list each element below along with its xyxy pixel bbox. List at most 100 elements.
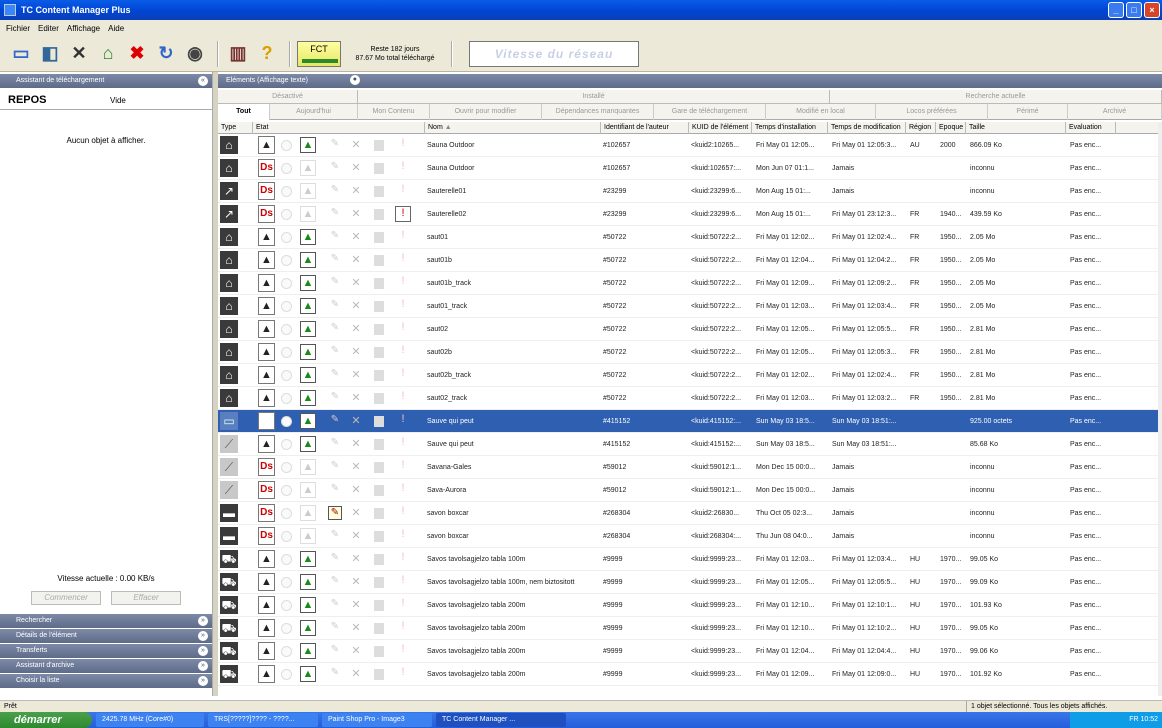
tab-locally-modified[interactable]: Modifié en local bbox=[766, 104, 876, 120]
table-row[interactable]: ⛟ ▲ ▲ ✎ ✕! Savos tavolsagjelzo tabla 200m #999… bbox=[218, 663, 1158, 686]
table-row[interactable]: ▬ Ds ▲ ✎ ✕! savon boxcar #268304 <kuid2:26830..… bbox=[218, 502, 1158, 525]
expand-icon[interactable]: » bbox=[198, 616, 208, 626]
col-type[interactable]: Type bbox=[218, 122, 253, 134]
expand-icon[interactable]: » bbox=[198, 631, 208, 641]
warning-icon: ! bbox=[401, 620, 405, 632]
collapse-icon[interactable]: « bbox=[198, 76, 208, 86]
table-row[interactable]: ⌂ ▲ ▲ ✎ ✕! saut01 #50722 <kuid:50722:2... Fri Ma… bbox=[218, 226, 1158, 249]
table-row[interactable]: ⌂ ▲ ▲ ✎ ✕! saut01b #50722 <kuid:50722:2... Fri M… bbox=[218, 249, 1158, 272]
warning-icon: ! bbox=[401, 528, 405, 540]
task-cpu-monitor[interactable]: 2425.78 MHz (Core#0) bbox=[96, 713, 204, 727]
tab-my-content[interactable]: Mon Contenu bbox=[358, 104, 430, 120]
start-button-taskbar[interactable]: démarrer bbox=[0, 712, 92, 728]
col-install-time[interactable]: Temps d'installation bbox=[752, 122, 828, 134]
status-dot-icon bbox=[281, 393, 292, 404]
station-icon[interactable]: ▥ bbox=[225, 41, 251, 67]
table-row[interactable]: ⛟ ▲ ▲ ✎ ✕! Savos tavolsagjelzo tabla 200m #999… bbox=[218, 640, 1158, 663]
delete-icon[interactable]: ✖ bbox=[124, 41, 150, 67]
col-kuid[interactable]: KUID de l'élément bbox=[689, 122, 752, 134]
item-kuid: <kuid:415152:... bbox=[691, 418, 742, 425]
tools-icon[interactable]: ✕ bbox=[66, 41, 92, 67]
table-row[interactable]: ▬ Ds ▲ ✎ ✕! savon boxcar #268304 <kuid:268304:.… bbox=[218, 525, 1158, 548]
col-epoch[interactable]: Epoque bbox=[936, 122, 966, 134]
menu-help[interactable]: Aide bbox=[108, 24, 124, 33]
installed-triangle-icon: ▲ bbox=[300, 390, 316, 406]
table-row[interactable]: ⌂ ▲ ▲ ✎ ✕! saut01_track #50722 <kuid:50722:2...… bbox=[218, 295, 1158, 318]
items-panel-header: Eléments (Affichage texte) ● bbox=[218, 74, 1162, 88]
tab-obsolete[interactable]: Périmé bbox=[988, 104, 1068, 120]
help-icon[interactable]: ? bbox=[254, 41, 280, 67]
col-state[interactable]: Etat bbox=[253, 122, 425, 134]
table-row[interactable]: ▭ ▲ ▲ ✎ ✕! Sauve qui peut #415152 <kuid:415152:… bbox=[218, 410, 1158, 433]
col-author[interactable]: Identifiant de l'auteur bbox=[601, 122, 689, 134]
table-row[interactable]: ⌂ ▲ ▲ ✎ ✕! saut02b_track #50722 <kuid:50722:2..… bbox=[218, 364, 1158, 387]
table-row[interactable]: ⌂ ▲ ▲ ✎ ✕! saut02b #50722 <kuid:50722:2... Fri M… bbox=[218, 341, 1158, 364]
table-row[interactable]: ⌂ ▲ ▲ ✎ ✕! saut01b_track #50722 <kuid:50722:2..… bbox=[218, 272, 1158, 295]
table-row[interactable]: ↗ Ds ▲ ✎ ✕! Sauterelle01 #23299 <kuid:23299:6..… bbox=[218, 180, 1158, 203]
table-row[interactable]: ⛟ ▲ ▲ ✎ ✕! Savos tavolsagjelzo tabla 100m #999… bbox=[218, 548, 1158, 571]
table-row[interactable]: ⟋ Ds ▲ ✎ ✕! Savana-Gales #59012 <kuid:59012:1..… bbox=[218, 456, 1158, 479]
accordion-search[interactable]: Rechercher » bbox=[0, 614, 212, 628]
accordion-choose-list[interactable]: Choisir la liste » bbox=[0, 674, 212, 688]
tab-favorite-locos[interactable]: Locos préférées bbox=[876, 104, 988, 120]
tab-download-station[interactable]: Gare de téléchargement bbox=[654, 104, 766, 120]
size: inconnu bbox=[970, 464, 995, 471]
close-button[interactable]: × bbox=[1144, 2, 1160, 18]
web-icon[interactable]: ◉ bbox=[182, 41, 208, 67]
col-name[interactable]: Nom ▲ bbox=[425, 122, 601, 134]
table-row[interactable]: ⟋ Ds ▲ ✎ ✕! Sava-Aurora #59012 <kuid:59012:1...… bbox=[218, 479, 1158, 502]
type-icon: ⌂ bbox=[220, 343, 238, 361]
task-trs[interactable]: TRS[?????]???? - ????... bbox=[208, 713, 318, 727]
status-dot-icon bbox=[281, 439, 292, 450]
menu-view[interactable]: Affichage bbox=[67, 24, 100, 33]
table-row[interactable]: ⌂ ▲ ▲ ✎ ✕! saut02_track #50722 <kuid:50722:2...… bbox=[218, 387, 1158, 410]
accordion-transfers[interactable]: Transferts » bbox=[0, 644, 212, 658]
vertical-scrollbar[interactable] bbox=[1158, 122, 1162, 696]
refresh-icon[interactable]: ↻ bbox=[153, 41, 179, 67]
expand-icon[interactable]: » bbox=[198, 646, 208, 656]
task-content-manager[interactable]: TC Content Manager ... bbox=[436, 713, 566, 727]
col-size[interactable]: Taille bbox=[966, 122, 1066, 134]
tab-open-for-edit[interactable]: Ouvrir pour modifier bbox=[430, 104, 542, 120]
start-button[interactable]: Commencer bbox=[31, 591, 101, 605]
tab-all[interactable]: Tout bbox=[218, 104, 270, 120]
fct-button[interactable]: FCT bbox=[297, 40, 341, 67]
tools-icon: ✕ bbox=[351, 507, 361, 519]
clear-button[interactable]: Effacer bbox=[111, 591, 181, 605]
table-row[interactable]: ⌂ ▲ ▲ ✎ ✕! saut02 #50722 <kuid:50722:2... Fri Ma… bbox=[218, 318, 1158, 341]
download-assistant-header[interactable]: Assistant de téléchargement « bbox=[0, 74, 212, 88]
expand-icon[interactable]: » bbox=[198, 676, 208, 686]
col-modified-time[interactable]: Temps de modification bbox=[828, 122, 906, 134]
task-paint-shop[interactable]: Paint Shop Pro - Image3 bbox=[322, 713, 432, 727]
accordion-item-details[interactable]: Détails de l'élément » bbox=[0, 629, 212, 643]
col-rating[interactable]: Evaluation bbox=[1066, 122, 1116, 134]
table-row[interactable]: ⟋ ▲ ▲ ✎ ✕! Sauve qui peut #415152 <kuid:415152:… bbox=[218, 433, 1158, 456]
repos-status: REPOS Vide bbox=[0, 90, 212, 110]
tools-icon: ✕ bbox=[351, 668, 361, 680]
menu-file[interactable]: Fichier bbox=[6, 24, 30, 33]
table-row[interactable]: ⌂ Ds ▲ ✎ ✕! Sauna Outdoor #102657 <kuid:102657:… bbox=[218, 157, 1158, 180]
table-row[interactable]: ⛟ ▲ ▲ ✎ ✕! Savos tavolsagjelzo tabla 200m #999… bbox=[218, 594, 1158, 617]
item-kuid: <kuid:9999:23... bbox=[691, 648, 742, 655]
tab-missing-dependencies[interactable]: Dépendances manquantes bbox=[542, 104, 654, 120]
menu-edit[interactable]: Editer bbox=[38, 24, 59, 33]
table-row[interactable]: ↗ Ds ▲ ✎ ✕! Sauterelle02 #23299 <kuid:23299:6..… bbox=[218, 203, 1158, 226]
table-row[interactable]: ⛟ ▲ ▲ ✎ ✕! Savos tavolsagjelzo tabla 100m, ne… bbox=[218, 571, 1158, 594]
pin-icon: ✎ bbox=[330, 667, 340, 678]
package-icon bbox=[374, 669, 384, 680]
tab-archived[interactable]: Archivé bbox=[1068, 104, 1162, 120]
panel-options-icon[interactable]: ● bbox=[349, 75, 360, 86]
table-row[interactable]: ⛟ ▲ ▲ ✎ ✕! Savos tavolsagjelzo tabla 200m #999… bbox=[218, 617, 1158, 640]
table-row[interactable]: ⌂ ▲ ▲ ✎ ✕! Sauna Outdoor #102657 <kuid2:10265..… bbox=[218, 134, 1158, 157]
home-icon[interactable]: ⌂ bbox=[95, 41, 121, 67]
state-icon: Ds bbox=[258, 527, 275, 545]
new-icon[interactable]: ▭ bbox=[8, 41, 34, 67]
tab-today[interactable]: Aujourd'hui bbox=[270, 104, 358, 120]
open-icon[interactable]: ◧ bbox=[37, 41, 63, 67]
expand-icon[interactable]: » bbox=[198, 661, 208, 671]
maximize-button[interactable]: □ bbox=[1126, 2, 1142, 18]
minimize-button[interactable]: _ bbox=[1108, 2, 1124, 18]
group-installed-label: Installé bbox=[582, 93, 605, 100]
col-region[interactable]: Région bbox=[906, 122, 936, 134]
accordion-archive-assistant[interactable]: Assistant d'archive » bbox=[0, 659, 212, 673]
